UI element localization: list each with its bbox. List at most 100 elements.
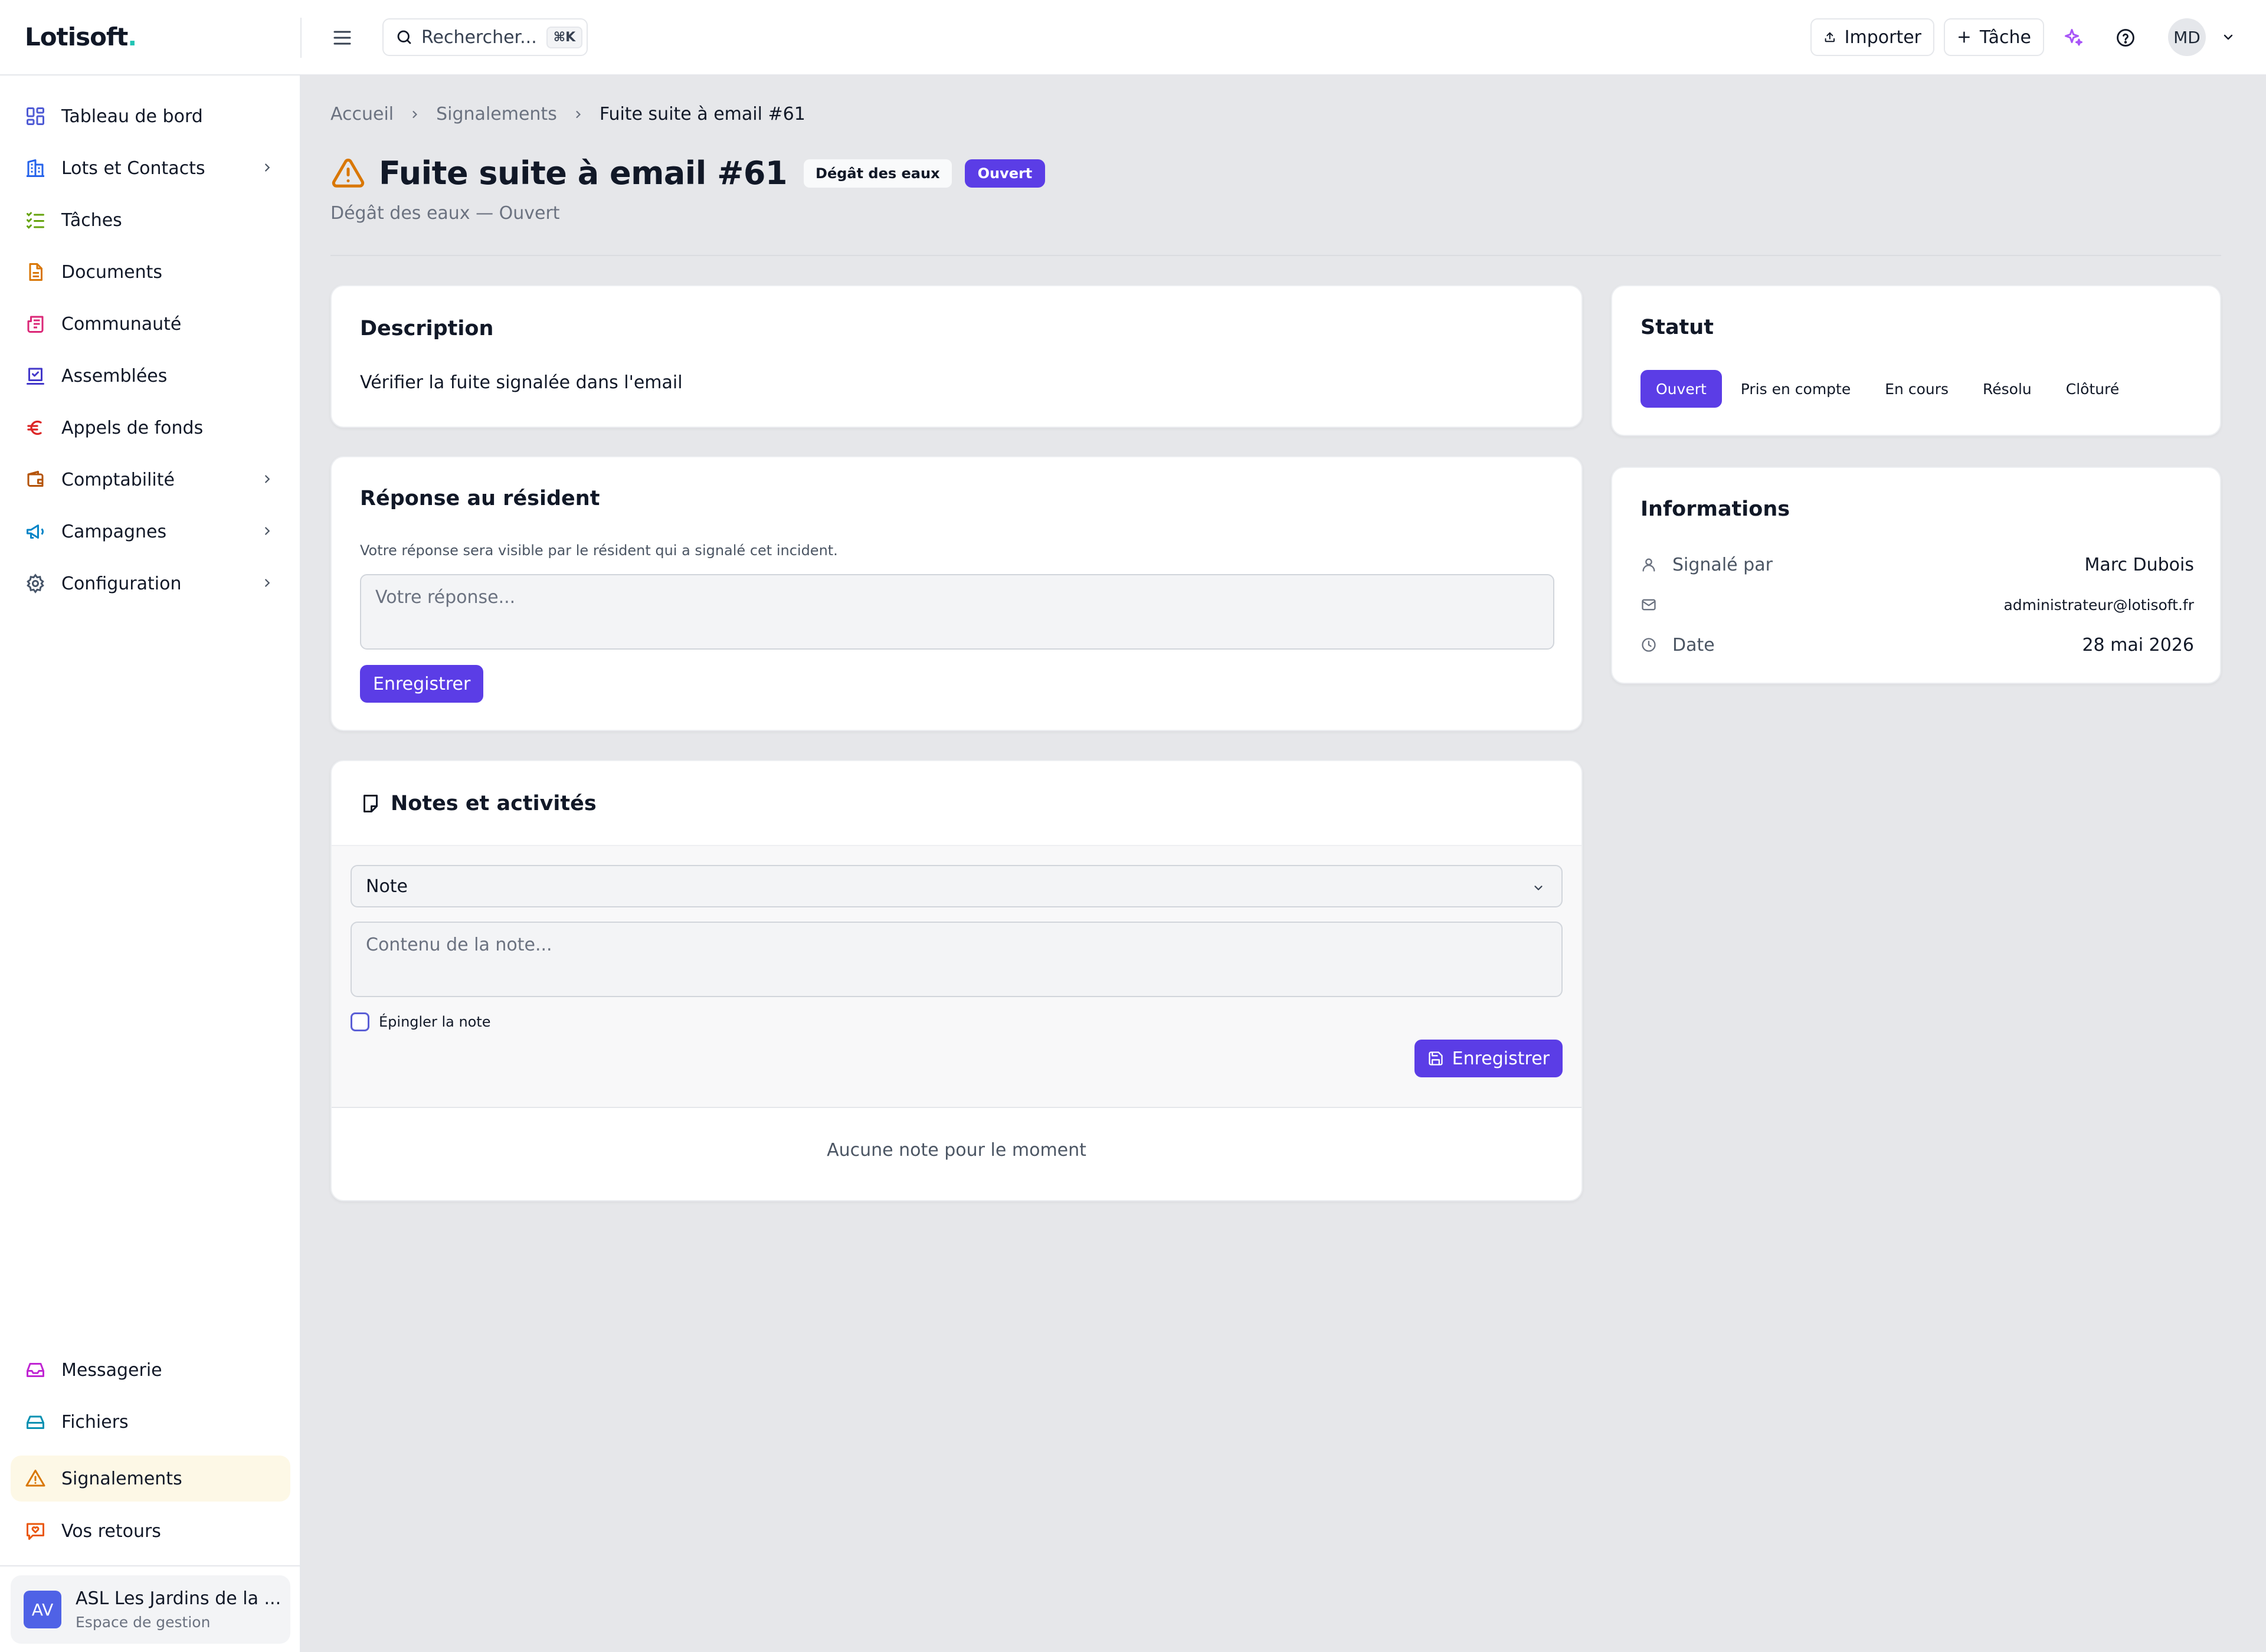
hard-drive-icon (24, 1410, 47, 1434)
list-check-icon (24, 208, 47, 232)
breadcrumb-reports[interactable]: Signalements (436, 104, 557, 124)
reply-textarea[interactable] (360, 574, 1554, 650)
information-card: Informations Signalé par Marc Dubois adm… (1611, 467, 2221, 684)
note-form: Note Épingler la note Enregistrer (332, 845, 1581, 1108)
chevron-right-icon (265, 163, 270, 172)
save-icon (1428, 1051, 1443, 1066)
description-text: Vérifier la fuite signalée dans l'email (360, 372, 683, 393)
building-icon (24, 156, 47, 180)
hamburger-icon (333, 31, 351, 45)
plus-icon (1958, 31, 1970, 43)
date-value: 28 mai 2026 (2082, 634, 2194, 655)
notes-card: Notes et activités Note Épingler la note… (330, 760, 1583, 1201)
sidebar-item-dashboard[interactable]: Tableau de bord (11, 93, 290, 139)
org-avatar: AV (24, 1591, 61, 1628)
date-row: Date 28 mai 2026 (1640, 632, 2194, 658)
note-type-select[interactable]: Note (351, 865, 1563, 907)
chevron-right-icon (265, 527, 270, 535)
wallet-icon (24, 468, 47, 491)
sidebar: Tableau de bord Lots et Contacts Tâches … (0, 76, 301, 1652)
page-title: Fuite suite à email #61 (379, 155, 788, 192)
status-option-acknowledged[interactable]: Pris en compte (1725, 370, 1866, 408)
menu-toggle-button[interactable] (328, 25, 356, 51)
sidebar-item-files[interactable]: Fichiers (11, 1399, 290, 1445)
ai-assistant-button[interactable] (2059, 24, 2088, 52)
warning-icon (24, 1467, 47, 1490)
vote-icon (24, 364, 47, 388)
status-option-resolved[interactable]: Résolu (1967, 370, 2047, 408)
breadcrumb-home[interactable]: Accueil (330, 104, 394, 124)
reported-by-label: Signalé par (1672, 554, 1773, 575)
search-icon (397, 30, 411, 44)
note-save-label: Enregistrer (1452, 1048, 1550, 1069)
gear-icon (24, 572, 47, 595)
sidebar-item-messaging[interactable]: Messagerie (11, 1347, 290, 1393)
dashboard-icon (24, 104, 47, 128)
upload-icon (1825, 32, 1835, 42)
org-subtitle: Espace de gestion (76, 1614, 211, 1631)
sidebar-item-fund-calls[interactable]: Appels de fonds (11, 405, 290, 451)
chevron-right-icon (409, 109, 421, 120)
status-option-in-progress[interactable]: En cours (1869, 370, 1964, 408)
sidebar-item-accounting[interactable]: Comptabilité (11, 457, 290, 503)
sidebar-item-campaigns[interactable]: Campagnes (11, 509, 290, 555)
reply-title: Réponse au résident (360, 487, 600, 510)
logo-text: Lotisoft (25, 22, 128, 51)
warning-icon (332, 158, 365, 188)
clock-icon (1640, 637, 1659, 653)
organization-switcher[interactable]: AV ASL Les Jardins de la ... Espace de g… (11, 1575, 290, 1644)
sidebar-item-configuration[interactable]: Configuration (11, 560, 290, 607)
description-title: Description (360, 317, 494, 340)
inbox-icon (24, 1358, 47, 1382)
sidebar-item-label: Fichiers (61, 1411, 129, 1433)
note-content-textarea[interactable] (351, 922, 1563, 997)
header-divider (330, 255, 2221, 256)
sidebar-item-tasks[interactable]: Tâches (11, 197, 290, 243)
add-task-button[interactable]: Tâche (1944, 18, 2044, 56)
feedback-icon (24, 1519, 47, 1543)
email-value[interactable]: administrateur@lotisoft.fr (2003, 596, 2194, 614)
status-option-open[interactable]: Ouvert (1640, 370, 1722, 408)
sidebar-item-label: Configuration (61, 573, 182, 594)
import-button[interactable]: Importer (1810, 18, 1934, 56)
sidebar-item-assemblies[interactable]: Assemblées (11, 353, 290, 399)
reply-hint: Votre réponse sera visible par le réside… (360, 542, 838, 559)
sidebar-item-feedback[interactable]: Vos retours (11, 1508, 290, 1554)
help-button[interactable] (2111, 24, 2140, 52)
user-icon (1640, 556, 1659, 573)
search-button[interactable]: Rechercher... ⌘K (382, 18, 588, 56)
sidebar-item-community[interactable]: Communauté (11, 301, 290, 347)
newspaper-icon (24, 312, 47, 336)
reply-save-button[interactable]: Enregistrer (360, 665, 484, 703)
sidebar-item-label: Tâches (61, 209, 122, 231)
status-selector: Ouvert Pris en compte En cours Résolu Cl… (1640, 370, 2138, 408)
user-menu[interactable]: MD (2168, 18, 2239, 56)
search-shortcut: ⌘K (546, 26, 583, 48)
pin-note-checkbox[interactable]: Épingler la note (351, 1012, 491, 1031)
help-circle-icon (2117, 29, 2134, 47)
email-row: administrateur@lotisoft.fr (1640, 592, 2194, 618)
search-label: Rechercher... (421, 27, 537, 48)
sidebar-item-reports[interactable]: Signalements (11, 1456, 290, 1502)
note-type-value: Note (366, 876, 408, 897)
sidebar-item-lots-contacts[interactable]: Lots et Contacts (11, 145, 290, 191)
sidebar-item-documents[interactable]: Documents (11, 249, 290, 295)
app-logo[interactable]: Lotisoft. (25, 22, 137, 51)
status-option-closed[interactable]: Clôturé (2051, 370, 2134, 408)
import-label: Importer (1844, 27, 1921, 48)
chevron-right-icon (572, 109, 584, 120)
resident-reply-card: Réponse au résident Votre réponse sera v… (330, 456, 1583, 731)
chevron-right-icon (265, 579, 270, 587)
org-name: ASL Les Jardins de la ... (76, 1588, 281, 1609)
logo-dot: . (127, 22, 137, 51)
checkbox[interactable] (351, 1012, 369, 1031)
note-save-button[interactable]: Enregistrer (1414, 1040, 1563, 1077)
notes-header: Notes et activités (360, 792, 597, 815)
description-card: Description Vérifier la fuite signalée d… (330, 285, 1583, 428)
chevron-right-icon (265, 475, 270, 483)
status-card: Statut Ouvert Pris en compte En cours Ré… (1611, 285, 2221, 436)
status-title: Statut (1640, 316, 1714, 339)
chevron-down-icon (1534, 886, 1543, 890)
sidebar-item-label: Tableau de bord (61, 106, 203, 127)
sidebar-item-label: Comptabilité (61, 469, 175, 490)
